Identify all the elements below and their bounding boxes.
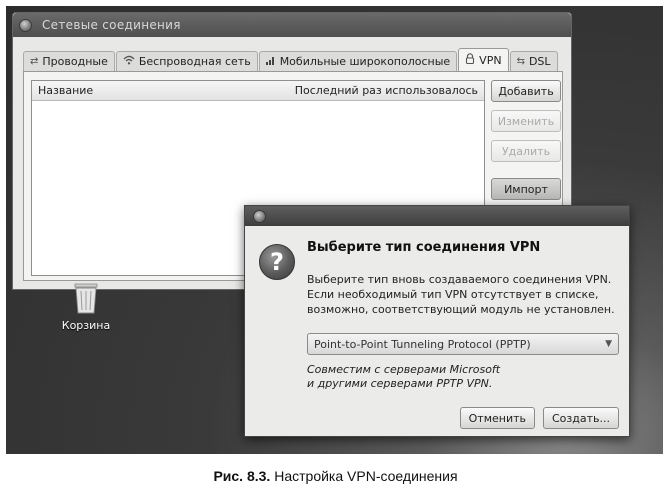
caption-text: Настройка VPN-соединения [274,468,458,484]
lock-icon [465,53,475,67]
window-close-icon[interactable] [19,18,32,32]
figure-caption: Рис. 8.3. Настройка VPN-соединения [0,468,671,484]
tab-vpn[interactable]: VPN [458,48,509,71]
trash-desktop-icon[interactable]: Корзина [56,281,116,332]
dialog-description: Выберите тип вновь создаваемого соединен… [307,273,615,316]
chevron-down-icon: ▼ [605,339,612,349]
tab-label: VPN [479,53,502,67]
compat-line-1: Совместим с серверами Microsoft [307,363,501,376]
tab-label: Беспроводная сеть [138,55,251,68]
trash-icon [56,281,116,315]
dialog-buttons: Отменить Создать... [459,407,619,429]
dialog-titlebar[interactable] [245,206,629,226]
caption-number: Рис. 8.3. [213,468,271,484]
tab-label: Мобильные широкополосные [279,55,451,68]
add-button[interactable]: Добавить [491,80,561,102]
vpn-type-dialog: ? Выберите тип соединения VPN Выберите т… [244,205,630,437]
wired-icon: ⇄ [30,56,39,67]
trash-label: Корзина [61,319,111,332]
tab-label: DSL [528,55,551,68]
dialog-close-icon[interactable] [253,209,266,223]
tab-mobile-broadband[interactable]: Мобильные широкополосные [258,51,458,71]
dsl-icon: ⇆ [516,56,525,67]
list-header: Название Последний раз использовалось [32,81,484,101]
dialog-heading: Выберите тип соединения VPN [307,240,541,255]
question-icon: ? [259,244,295,280]
vpn-type-select[interactable]: Point-to-Point Tunneling Protocol (PPTP)… [307,333,619,355]
desktop: Сетевые соединения ⇄ Проводные Беспровод… [6,6,663,454]
tab-wired[interactable]: ⇄ Проводные [23,51,115,71]
window-title: Сетевые соединения [42,18,181,32]
tab-dsl[interactable]: ⇆ DSL [509,51,558,71]
window-titlebar[interactable]: Сетевые соединения [13,13,571,37]
signal-bars-icon [265,55,276,68]
compatibility-note: Совместим с серверами Microsoft и другим… [307,363,500,391]
tab-label: Проводные [42,55,108,68]
compat-line-2: и другими серверами PPTP VPN. [307,377,493,390]
cancel-button[interactable]: Отменить [459,407,535,429]
delete-button[interactable]: Удалить [491,140,561,162]
edit-button[interactable]: Изменить [491,110,561,132]
wireless-icon [123,55,135,68]
create-button[interactable]: Создать... [543,407,619,429]
vpn-type-selected: Point-to-Point Tunneling Protocol (PPTP) [314,337,531,351]
connection-type-tabs: ⇄ Проводные Беспроводная сеть Мобильные … [23,48,559,71]
column-last-used[interactable]: Последний раз использовалось [295,84,478,97]
import-button[interactable]: Импорт [491,178,561,200]
tab-wireless[interactable]: Беспроводная сеть [115,51,258,71]
column-name[interactable]: Название [38,84,93,97]
